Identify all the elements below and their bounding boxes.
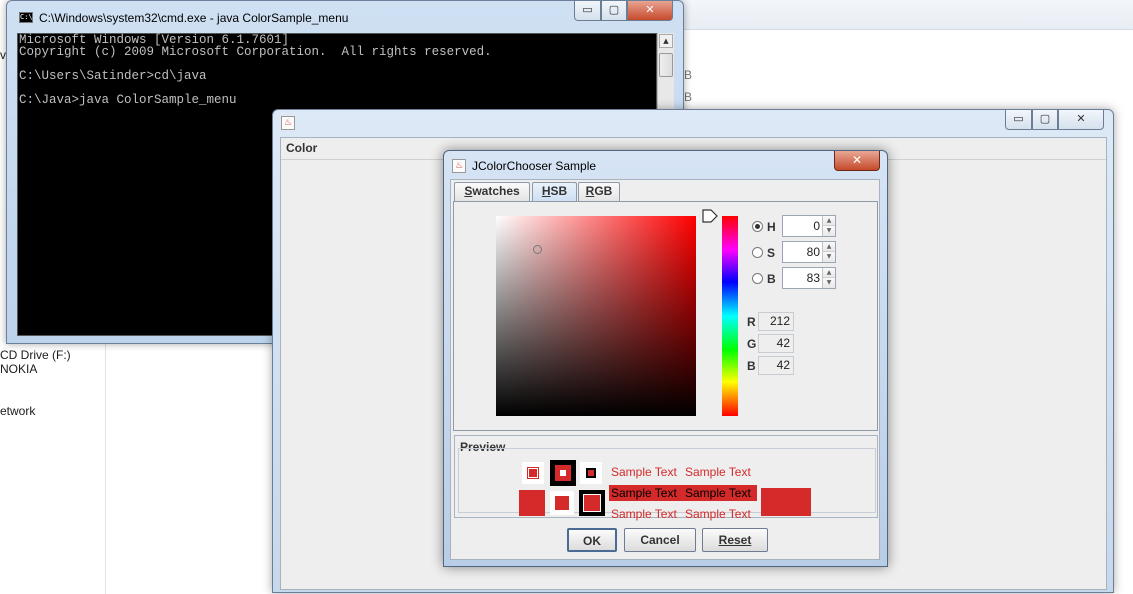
maximize-icon: ▢ bbox=[1039, 112, 1051, 125]
spin-down-icon[interactable]: ▼ bbox=[823, 226, 835, 236]
minimize-button[interactable]: ▭ bbox=[1005, 110, 1032, 130]
close-icon: ✕ bbox=[645, 3, 655, 16]
swatch-core bbox=[586, 468, 596, 478]
swatch-core bbox=[527, 467, 539, 479]
preview-swatch bbox=[522, 462, 544, 484]
minimize-button[interactable]: ▭ bbox=[574, 1, 601, 21]
s-spinner[interactable]: 80 ▲ ▼ bbox=[782, 241, 836, 263]
ok-button[interactable]: OK bbox=[567, 528, 617, 552]
java-icon: ♨ bbox=[281, 116, 295, 130]
dialog-title: JColorChooser Sample bbox=[472, 159, 597, 173]
cancel-button[interactable]: Cancel bbox=[624, 528, 696, 552]
tab-mnemonic: H bbox=[541, 184, 551, 198]
java-icon: ♨ bbox=[452, 159, 466, 173]
h-spinner[interactable]: 0 ▲ ▼ bbox=[782, 215, 836, 237]
reset-button[interactable]: Reset bbox=[702, 528, 768, 552]
minimize-icon: ▭ bbox=[1013, 112, 1024, 125]
radio-s[interactable] bbox=[752, 247, 763, 258]
sample-text: Sample Text bbox=[685, 507, 751, 521]
tab-label: watches bbox=[472, 184, 520, 198]
preview-swatch bbox=[550, 491, 574, 515]
hue-slider-thumb-icon[interactable] bbox=[702, 209, 718, 223]
nav-item-nokia[interactable]: NOKIA bbox=[0, 362, 37, 376]
label-s: S bbox=[767, 246, 776, 260]
sample-text: Sample Text bbox=[685, 486, 751, 500]
spinner-arrows[interactable]: ▲ ▼ bbox=[822, 216, 835, 236]
sample-text: Sample Text bbox=[611, 507, 677, 521]
console-line: C:\Users\Satinder>cd\java bbox=[19, 69, 207, 83]
close-button[interactable]: ✕ bbox=[627, 1, 673, 21]
tab-rgb[interactable]: RGB bbox=[578, 182, 620, 201]
g-value: 42 bbox=[758, 334, 794, 353]
label-h: H bbox=[767, 220, 776, 234]
scroll-thumb[interactable] bbox=[659, 53, 673, 77]
preview-swatch bbox=[519, 490, 545, 516]
s-value[interactable]: 80 bbox=[807, 245, 820, 259]
preview-content: Sample Text Sample Text Sample Text Samp… bbox=[458, 448, 876, 521]
console-line: C:\Java>java ColorSample_menu bbox=[19, 93, 237, 107]
preview-swatch bbox=[580, 462, 602, 484]
spinner-arrows[interactable]: ▲ ▼ bbox=[822, 268, 835, 288]
close-button[interactable]: ✕ bbox=[1058, 110, 1104, 130]
nav-item-network[interactable]: etwork bbox=[0, 404, 35, 418]
maximize-button[interactable]: ▢ bbox=[601, 1, 627, 21]
spin-down-icon[interactable]: ▼ bbox=[823, 252, 835, 262]
scroll-up-icon[interactable]: ▲ bbox=[659, 34, 673, 48]
picker-cursor[interactable] bbox=[533, 245, 542, 254]
b-value[interactable]: 83 bbox=[807, 271, 820, 285]
nav-item-cd-drive[interactable]: CD Drive (F:) bbox=[0, 348, 71, 362]
spin-down-icon[interactable]: ▼ bbox=[823, 278, 835, 288]
preview-swatch bbox=[579, 490, 605, 516]
spinner-arrows[interactable]: ▲ ▼ bbox=[822, 242, 835, 262]
label-g: G bbox=[747, 337, 757, 351]
maximize-icon: ▢ bbox=[608, 3, 620, 16]
swatch-dot bbox=[560, 470, 566, 476]
swatch-core bbox=[583, 494, 601, 512]
tab-swatches[interactable]: Swatches bbox=[454, 182, 530, 201]
console-text: Microsoft Windows [Version 6.1.7601] Copy… bbox=[17, 33, 494, 107]
label-r: R bbox=[747, 315, 756, 329]
explorer-size-fragment: B bbox=[684, 68, 693, 82]
sample-text: Sample Text bbox=[611, 486, 677, 500]
explorer-size-fragment: B bbox=[684, 90, 693, 104]
label-b-rgb: B bbox=[747, 359, 756, 373]
tab-hsb[interactable]: HSB bbox=[532, 182, 577, 201]
spin-up-icon[interactable]: ▲ bbox=[823, 216, 835, 226]
minimize-icon: ▭ bbox=[582, 3, 593, 16]
color-chooser-dialog: ♨ JColorChooser Sample ✕ Swatches HSB RG… bbox=[443, 150, 888, 567]
spin-up-icon[interactable]: ▲ bbox=[823, 268, 835, 278]
b-rgb-value: 42 bbox=[758, 356, 794, 375]
cmd-window-title: C:\Windows\system32\cmd.exe - java Color… bbox=[39, 11, 349, 25]
preview-color-block bbox=[761, 488, 811, 516]
dialog-close-button[interactable]: ✕ bbox=[834, 151, 880, 171]
close-icon: ✕ bbox=[851, 153, 863, 167]
close-icon: ✕ bbox=[1076, 112, 1086, 125]
tab-label: GB bbox=[594, 184, 613, 198]
preview-swatch bbox=[550, 460, 576, 486]
b-spinner[interactable]: 83 ▲ ▼ bbox=[782, 267, 836, 289]
hsb-panel: H 0 ▲ ▼ S 80 ▲ ▼ B 83 ▲ ▼ R 212 G 42 B 42 bbox=[453, 201, 878, 431]
hue-slider[interactable] bbox=[722, 216, 738, 416]
label-b: B bbox=[767, 272, 776, 286]
swatch-core bbox=[555, 496, 569, 510]
console-line: Copyright (c) 2009 Microsoft Corporation… bbox=[19, 45, 492, 59]
sample-text: Sample Text bbox=[611, 465, 677, 479]
cmd-icon: C:\ bbox=[19, 12, 33, 23]
sample-text: Sample Text bbox=[685, 465, 751, 479]
tab-label: SB bbox=[550, 184, 568, 198]
saturation-brightness-picker[interactable] bbox=[496, 216, 696, 416]
dialog-body: Swatches HSB RGB H 0 ▲ ▼ S 80 ▲ ▼ B 83 ▲ ▼ R 2… bbox=[450, 179, 880, 560]
r-value: 212 bbox=[758, 312, 794, 331]
radio-h[interactable] bbox=[752, 221, 763, 232]
h-value[interactable]: 0 bbox=[813, 219, 820, 233]
menu-color[interactable]: Color bbox=[286, 141, 317, 155]
radio-b[interactable] bbox=[752, 273, 763, 284]
spin-up-icon[interactable]: ▲ bbox=[823, 242, 835, 252]
preview-panel: Preview Sample Text Sample Text Sample T… bbox=[454, 435, 878, 521]
maximize-button[interactable]: ▢ bbox=[1032, 110, 1058, 130]
